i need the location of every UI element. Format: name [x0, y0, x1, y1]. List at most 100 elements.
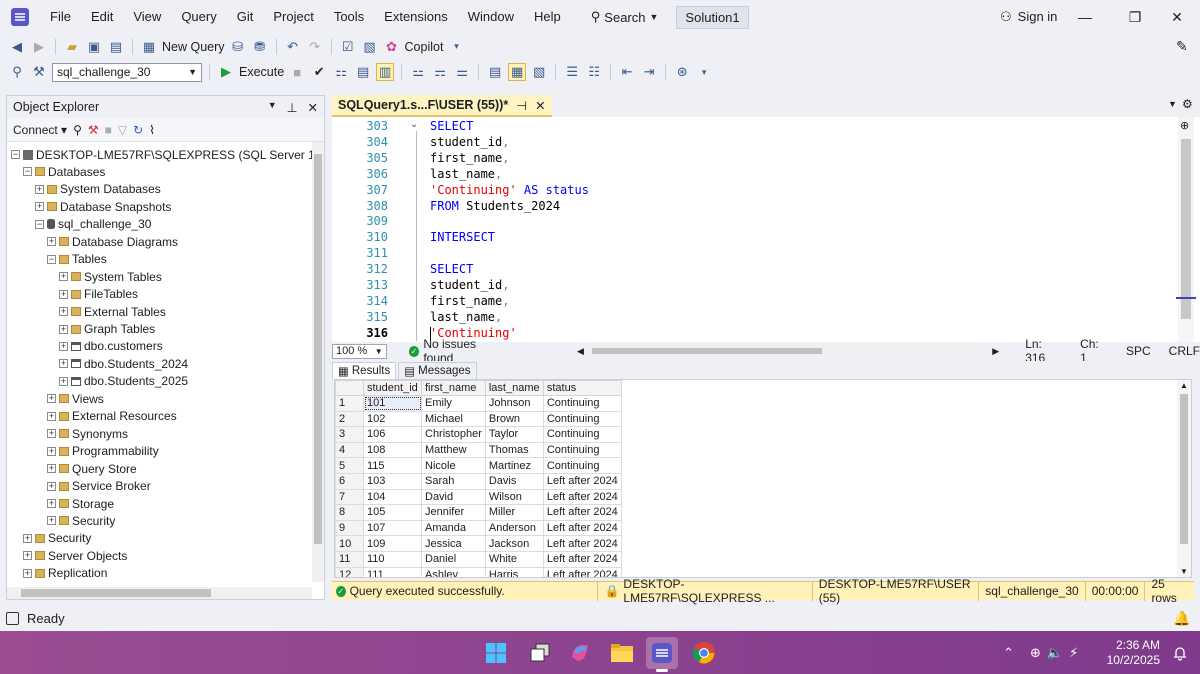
table-row[interactable]: 11 110 Daniel White Left after 2024: [335, 550, 622, 568]
grid-cell[interactable]: Ashley: [421, 566, 486, 577]
split-icon[interactable]: ⊕: [1180, 119, 1189, 132]
search-box[interactable]: ⚲ Search ▼: [583, 9, 667, 25]
row-number[interactable]: 5: [335, 457, 364, 474]
save-all-icon[interactable]: ▤: [107, 38, 125, 56]
save-icon[interactable]: ▣: [85, 38, 103, 56]
expand-icon[interactable]: +: [23, 551, 32, 561]
grid-cell[interactable]: Continuing: [542, 426, 622, 443]
close-icon[interactable]: ✕: [308, 100, 318, 115]
vscroll-thumb[interactable]: [314, 154, 322, 544]
settings-icon[interactable]: ⚙: [1182, 97, 1193, 111]
file-explorer-icon[interactable]: [606, 637, 638, 669]
tree-node[interactable]: + Service Broker: [47, 478, 151, 495]
grid-cell[interactable]: Continuing: [542, 395, 622, 412]
results-text-icon[interactable]: ▤: [486, 63, 504, 81]
grid-cell[interactable]: 101: [363, 395, 422, 412]
collapse-icon[interactable]: −: [35, 219, 44, 229]
expand-icon[interactable]: +: [47, 237, 56, 247]
zoom-select[interactable]: 100 % ▼: [332, 343, 387, 359]
menu-tools[interactable]: Tools: [324, 0, 374, 34]
parse-icon[interactable]: ✔: [310, 63, 328, 81]
grid-cell[interactable]: 105: [363, 504, 422, 521]
filter-icon[interactable]: ▽: [118, 123, 127, 137]
expand-icon[interactable]: +: [47, 429, 56, 439]
row-number[interactable]: 9: [335, 519, 364, 537]
expand-icon[interactable]: +: [59, 272, 68, 282]
restore-button[interactable]: ❐: [1112, 0, 1158, 34]
column-header[interactable]: first_name: [421, 380, 486, 396]
task-view-icon[interactable]: [524, 637, 556, 669]
expand-icon[interactable]: +: [47, 499, 56, 508]
grid-cell[interactable]: 111: [363, 566, 422, 577]
row-number[interactable]: 4: [335, 441, 364, 459]
row-number[interactable]: 10: [335, 535, 364, 552]
grid-cell[interactable]: Davis: [484, 472, 544, 490]
results-file-icon[interactable]: ▧: [530, 63, 548, 81]
table-row[interactable]: 10 109 Jessica Jackson Left after 2024: [335, 535, 622, 552]
grid-cell[interactable]: Daniel: [421, 550, 486, 568]
grid-cell[interactable]: Left after 2024: [542, 519, 622, 537]
results-grid[interactable]: student_id first_name last_name status 1 101 E…: [334, 379, 1192, 578]
change-connection-icon[interactable]: ⚒: [30, 63, 48, 81]
tray-status-icons[interactable]: ⊕ 🔈 ⚡: [1030, 631, 1078, 674]
expand-icon[interactable]: +: [23, 568, 32, 578]
grid-cell[interactable]: Thomas: [484, 441, 544, 459]
properties-icon[interactable]: ☑: [339, 38, 357, 56]
decrease-indent-icon[interactable]: ⇤: [618, 63, 636, 81]
grid-cell[interactable]: Wilson: [484, 488, 544, 506]
menu-query[interactable]: Query: [171, 0, 226, 34]
tree-node[interactable]: + Database Snapshots: [35, 198, 171, 215]
stop-icon[interactable]: ■: [288, 63, 306, 81]
table-row[interactable]: 12 111 Ashley Harris Left after 2024: [335, 566, 622, 577]
grid-cell[interactable]: Matthew: [421, 441, 486, 459]
comment-icon[interactable]: ☰: [563, 63, 581, 81]
table-row[interactable]: 8 105 Jennifer Miller Left after 2024: [335, 504, 622, 521]
grid-cell[interactable]: Christopher: [421, 426, 486, 443]
notification-icon[interactable]: [1172, 631, 1188, 674]
tree-node[interactable]: + External Tables: [59, 303, 166, 320]
increase-indent-icon[interactable]: ⇥: [640, 63, 658, 81]
row-number[interactable]: 7: [335, 488, 364, 506]
tab-sqlquery1[interactable]: SQLQuery1.s...F\USER (55))* ⊣ ✕: [332, 95, 552, 117]
menu-project[interactable]: Project: [263, 0, 323, 34]
expand-icon[interactable]: +: [47, 446, 56, 456]
stop-icon[interactable]: ■: [105, 123, 112, 137]
chrome-icon[interactable]: [688, 637, 720, 669]
tree-node[interactable]: + Server Objects: [23, 547, 127, 564]
overflow-icon[interactable]: ▾: [695, 63, 713, 81]
expand-icon[interactable]: +: [47, 481, 56, 491]
tree-node[interactable]: + Synonyms: [47, 425, 128, 442]
grid-cell[interactable]: David: [421, 488, 486, 506]
hscroll-thumb[interactable]: [21, 589, 211, 597]
row-number[interactable]: 1: [335, 395, 364, 412]
grid-cell[interactable]: Taylor: [484, 426, 544, 443]
grid-cell[interactable]: Continuing: [542, 410, 622, 428]
grid-cell[interactable]: Left after 2024: [542, 504, 622, 521]
analysis-query-icon[interactable]: ⛃: [251, 38, 269, 56]
minimize-button[interactable]: —: [1062, 0, 1108, 34]
tree-node[interactable]: + dbo.Students_2025: [59, 373, 188, 390]
grid-cell[interactable]: Continuing: [542, 457, 622, 474]
tab-messages[interactable]: ▤ Messages: [398, 362, 477, 379]
tree-node[interactable]: + Graph Tables: [59, 321, 155, 338]
grid-cell[interactable]: Left after 2024: [542, 488, 622, 506]
grid-cell[interactable]: 110: [363, 550, 422, 568]
tree-node[interactable]: − Tables: [47, 251, 107, 268]
grid-cell[interactable]: Left after 2024: [542, 535, 622, 552]
tree-node[interactable]: + System Tables: [59, 268, 162, 285]
grid-cell[interactable]: Miller: [484, 504, 544, 521]
overflow-icon[interactable]: ▾: [447, 38, 465, 56]
specify-values-icon[interactable]: ⊛: [673, 63, 691, 81]
menu-help[interactable]: Help: [524, 0, 571, 34]
grid-cell[interactable]: Jackson: [484, 535, 544, 552]
object-explorer-vscroll[interactable]: [312, 142, 324, 582]
execute-button[interactable]: Execute: [239, 65, 284, 79]
column-header[interactable]: student_id: [363, 380, 422, 396]
expand-icon[interactable]: +: [35, 202, 44, 212]
client-stats-icon[interactable]: ⚌: [453, 63, 471, 81]
new-query-button[interactable]: New Query: [162, 40, 225, 54]
row-number[interactable]: 2: [335, 410, 364, 428]
grid-cell[interactable]: 106: [363, 426, 422, 443]
menu-extensions[interactable]: Extensions: [374, 0, 458, 34]
collapse-icon[interactable]: −: [11, 150, 20, 159]
